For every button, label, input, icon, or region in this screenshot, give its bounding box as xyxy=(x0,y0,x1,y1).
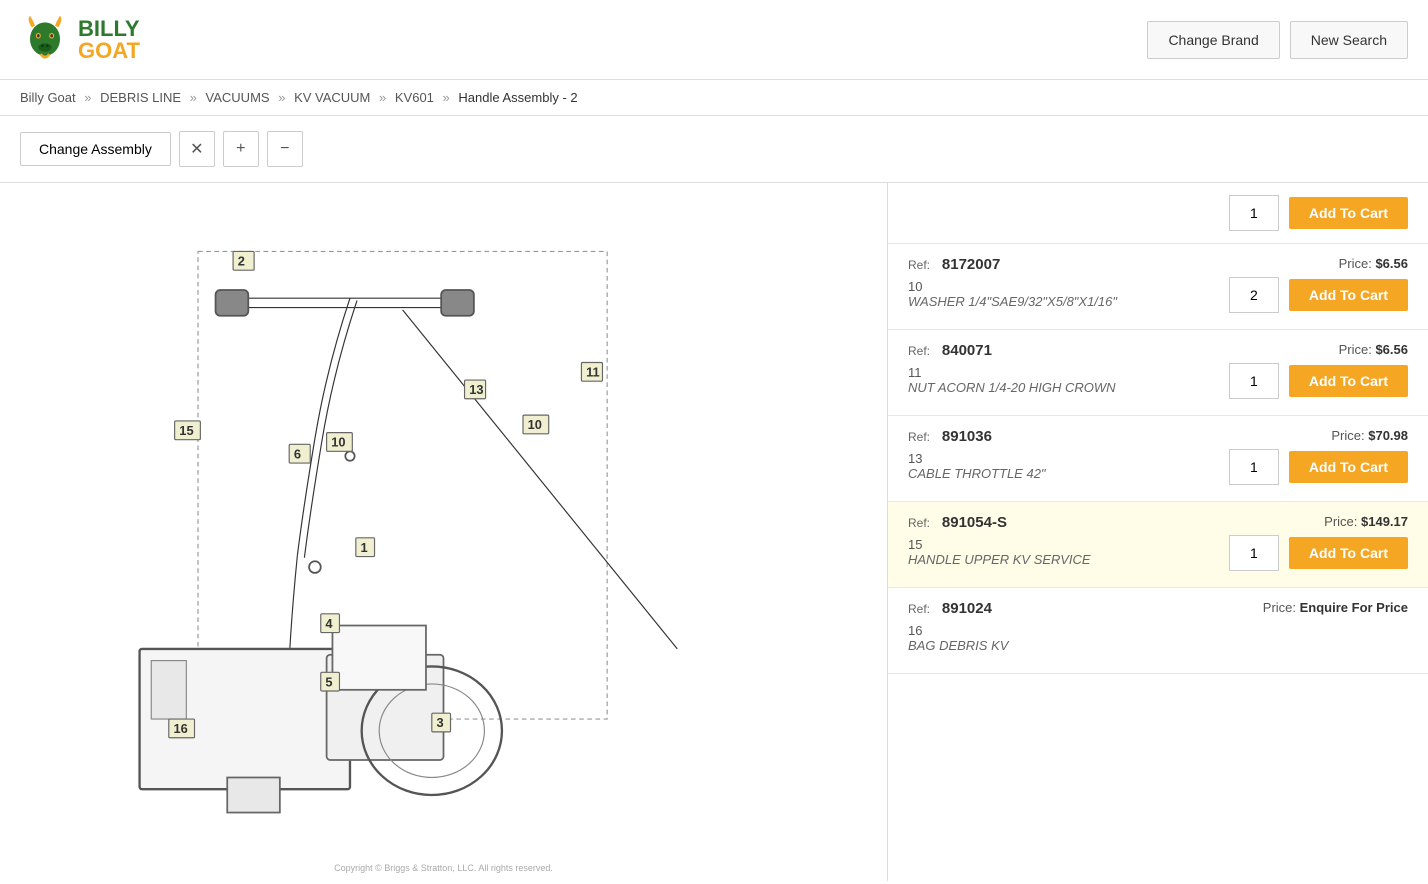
ref-label-4: Ref: xyxy=(908,602,930,616)
main-content: .label-box { fill: #f0f0d0; stroke: #666… xyxy=(0,182,1428,881)
breadcrumb-sep-2: » xyxy=(190,90,197,105)
svg-text:5: 5 xyxy=(325,674,332,689)
qty-input-2[interactable] xyxy=(1229,449,1279,485)
part-desc-4: BAG DEBRIS KV xyxy=(908,638,1408,653)
parts-panel[interactable]: Add To Cart Ref: 8172007 Price: $6.56 10… xyxy=(888,183,1428,881)
header: BILLY GOAT Change Brand New Search xyxy=(0,0,1428,80)
part-row-3: Ref: 891054-S Price: $149.17 15 HANDLE U… xyxy=(888,502,1428,588)
ref-label-1: Ref: xyxy=(908,344,930,358)
qty-input-partial[interactable] xyxy=(1229,195,1279,231)
ref-num-1: 11 xyxy=(908,365,928,380)
svg-text:16: 16 xyxy=(173,721,187,736)
partial-top-row: Add To Cart xyxy=(888,183,1428,244)
breadcrumb: Billy Goat » DEBRIS LINE » VACUUMS » KV … xyxy=(0,80,1428,116)
breadcrumb-current: Handle Assembly - 2 xyxy=(458,90,577,105)
change-assembly-button[interactable]: Change Assembly xyxy=(20,132,171,166)
breadcrumb-kv-vacuum[interactable]: KV VACUUM xyxy=(294,90,370,105)
breadcrumb-sep-3: » xyxy=(278,90,285,105)
zoom-out-icon: − xyxy=(280,140,289,158)
part-actions-3: Add To Cart xyxy=(1229,535,1408,571)
change-brand-button[interactable]: Change Brand xyxy=(1147,21,1279,59)
price-4: Price: Enquire For Price xyxy=(1263,600,1408,615)
brand-name-text: BILLY GOAT xyxy=(78,18,140,62)
price-3: Price: $149.17 xyxy=(1324,514,1408,529)
toolbar: Change Assembly ✕ + − xyxy=(0,116,1428,182)
part-desc-3: HANDLE UPPER KV SERVICE xyxy=(908,552,1091,567)
billy-goat-logo-icon xyxy=(20,12,70,67)
expand-button[interactable]: ✕ xyxy=(179,131,215,167)
breadcrumb-kv601[interactable]: KV601 xyxy=(395,90,434,105)
price-1: Price: $6.56 xyxy=(1339,342,1408,357)
ref-label-0: Ref: xyxy=(908,258,930,272)
qty-input-3[interactable] xyxy=(1229,535,1279,571)
ref-label-2: Ref: xyxy=(908,430,930,444)
svg-text:1: 1 xyxy=(361,540,368,555)
svg-text:3: 3 xyxy=(436,715,443,730)
brand-line1: BILLY xyxy=(78,18,140,40)
part-number-1: 840071 xyxy=(942,342,992,359)
new-search-button[interactable]: New Search xyxy=(1290,21,1408,59)
ref-num-2: 13 xyxy=(908,451,928,466)
part-number-3: 891054-S xyxy=(942,514,1007,531)
diagram-panel: .label-box { fill: #f0f0d0; stroke: #666… xyxy=(0,183,888,881)
part-row-2: Ref: 891036 Price: $70.98 13 CABLE THROT… xyxy=(888,416,1428,502)
add-to-cart-btn-0[interactable]: Add To Cart xyxy=(1289,279,1408,311)
breadcrumb-sep-4: » xyxy=(379,90,386,105)
part-row-0: Ref: 8172007 Price: $6.56 10 WASHER 1/4"… xyxy=(888,244,1428,330)
zoom-in-button[interactable]: + xyxy=(223,131,259,167)
part-actions-2: Add To Cart xyxy=(1229,449,1408,485)
copyright-text: Copyright © Briggs & Stratton, LLC. All … xyxy=(334,863,553,873)
breadcrumb-sep-5: » xyxy=(443,90,450,105)
ref-num-3: 15 xyxy=(908,537,928,552)
part-actions-1: Add To Cart xyxy=(1229,363,1408,399)
svg-text:2: 2 xyxy=(238,253,245,268)
part-row-1: Ref: 840071 Price: $6.56 11 NUT ACORN 1/… xyxy=(888,330,1428,416)
zoom-in-icon: + xyxy=(236,140,245,158)
svg-text:10: 10 xyxy=(331,435,345,450)
qty-input-1[interactable] xyxy=(1229,363,1279,399)
svg-text:13: 13 xyxy=(469,382,483,397)
part-number-4: 891024 xyxy=(942,600,992,617)
breadcrumb-debris-line[interactable]: DEBRIS LINE xyxy=(100,90,181,105)
logo-area: BILLY GOAT xyxy=(20,12,140,67)
zoom-out-button[interactable]: − xyxy=(267,131,303,167)
part-desc-1: NUT ACORN 1/4-20 HIGH CROWN xyxy=(908,380,1116,395)
price-0: Price: $6.56 xyxy=(1339,256,1408,271)
part-number-0: 8172007 xyxy=(942,256,1000,273)
part-row-4: Ref: 891024 Price: Enquire For Price 16 … xyxy=(888,588,1428,674)
header-buttons: Change Brand New Search xyxy=(1147,21,1408,59)
ref-num-0: 10 xyxy=(908,279,928,294)
ref-num-4: 16 xyxy=(908,623,928,638)
add-to-cart-btn-1[interactable]: Add To Cart xyxy=(1289,365,1408,397)
add-to-cart-btn-partial[interactable]: Add To Cart xyxy=(1289,197,1408,229)
breadcrumb-sep-1: » xyxy=(84,90,91,105)
parts-diagram: .label-box { fill: #f0f0d0; stroke: #666… xyxy=(10,193,877,871)
part-desc-0: WASHER 1/4"SAE9/32"X5/8"X1/16" xyxy=(908,294,1117,309)
ref-label-3: Ref: xyxy=(908,516,930,530)
part-actions-0: Add To Cart xyxy=(1229,277,1408,313)
svg-text:11: 11 xyxy=(586,365,600,380)
breadcrumb-billy-goat[interactable]: Billy Goat xyxy=(20,90,76,105)
add-to-cart-btn-3[interactable]: Add To Cart xyxy=(1289,537,1408,569)
part-desc-2: CABLE THROTTLE 42" xyxy=(908,466,1046,481)
svg-text:6: 6 xyxy=(294,446,301,461)
brand-line2: GOAT xyxy=(78,40,140,62)
add-to-cart-btn-2[interactable]: Add To Cart xyxy=(1289,451,1408,483)
breadcrumb-vacuums[interactable]: VACUUMS xyxy=(206,90,270,105)
svg-text:15: 15 xyxy=(179,423,193,438)
expand-icon: ✕ xyxy=(190,139,203,159)
qty-input-0[interactable] xyxy=(1229,277,1279,313)
svg-text:10: 10 xyxy=(528,417,542,432)
part-number-2: 891036 xyxy=(942,428,992,445)
svg-text:4: 4 xyxy=(325,616,333,631)
price-2: Price: $70.98 xyxy=(1331,428,1408,443)
